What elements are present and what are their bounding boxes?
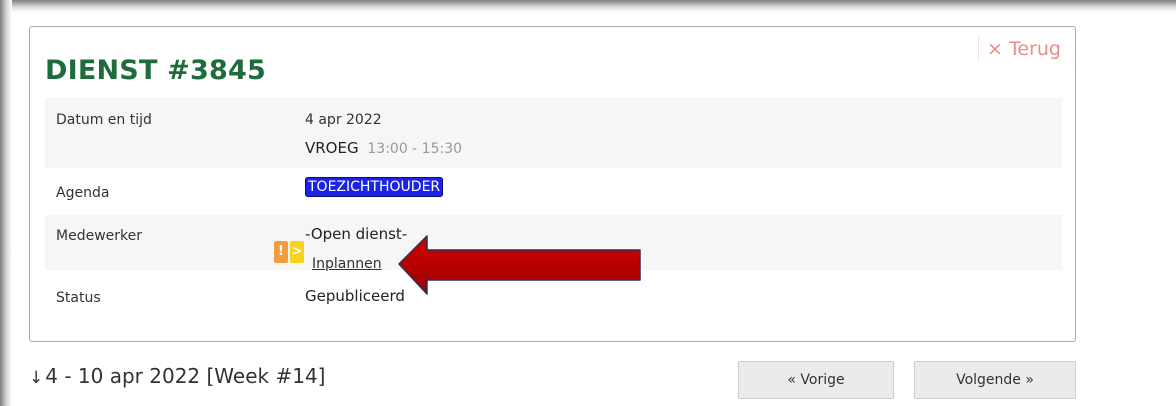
agenda-badge: TOEZICHTHOUDER <box>305 177 444 197</box>
week-heading: ↓ 4 - 10 apr 2022 [Week #14] <box>29 364 325 388</box>
employee-value: -Open dienst- <box>305 225 408 243</box>
page-title: DIENST #3845 <box>45 55 266 86</box>
agenda-label: Agenda <box>56 185 110 201</box>
datetime-label: Datum en tijd <box>56 112 152 128</box>
next-button[interactable]: Volgende » <box>914 361 1076 399</box>
shift-name: VROEG <box>305 139 359 157</box>
week-label: 4 - 10 apr 2022 [Week #14] <box>45 364 326 388</box>
status-label: Status <box>56 290 101 306</box>
arrow-down-icon: ↓ <box>29 368 44 388</box>
window-shadow-left <box>0 0 12 406</box>
row-datetime: Datum en tijd 4 apr 2022 VROEG 13:00 - 1… <box>45 98 1062 168</box>
status-value: Gepubliceerd <box>305 287 405 305</box>
row-agenda: Agenda TOEZICHTHOUDER <box>45 168 1062 215</box>
window-shadow-top <box>0 0 1176 12</box>
previous-button[interactable]: « Vorige <box>738 361 894 399</box>
shift-time: 13:00 - 15:30 <box>367 141 463 157</box>
shift-line: VROEG 13:00 - 15:30 <box>305 139 462 157</box>
chevron-right-icon[interactable]: > <box>290 241 304 263</box>
back-button[interactable]: × Terug <box>978 36 1063 62</box>
warning-icon[interactable]: ! <box>274 241 288 263</box>
date-value: 4 apr 2022 <box>305 112 382 128</box>
annotation-arrow-icon <box>398 235 641 295</box>
employee-label: Medewerker <box>56 228 142 244</box>
